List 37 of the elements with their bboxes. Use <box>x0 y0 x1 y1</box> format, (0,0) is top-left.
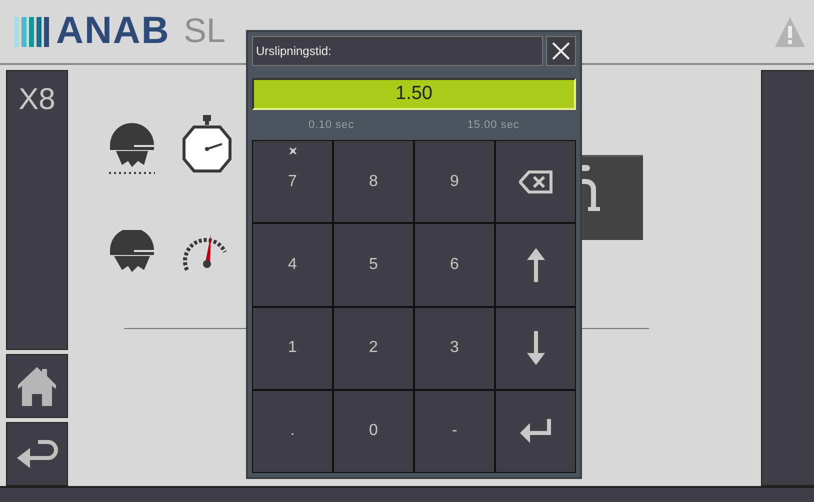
machine-label: X8 <box>18 83 56 118</box>
stopwatch-icon <box>182 115 232 173</box>
key-button[interactable]: 1 <box>253 308 332 389</box>
max-label: 15.00 sec <box>467 119 520 131</box>
logo-text: ANAB <box>56 10 170 53</box>
grinding-wheel-icon <box>108 230 156 272</box>
key-button[interactable]: 4 <box>253 224 332 306</box>
enter-button[interactable] <box>496 390 575 472</box>
page-title: SL <box>184 12 226 51</box>
key-button[interactable]: 8 <box>334 141 413 222</box>
home-button[interactable] <box>6 354 68 418</box>
key-button[interactable]: 0 <box>334 390 413 472</box>
return-icon <box>16 438 58 470</box>
arrow-down-icon <box>526 331 544 366</box>
key-button[interactable]: - <box>415 390 494 472</box>
backspace-button[interactable] <box>496 141 575 222</box>
key-button[interactable]: 7 <box>253 141 332 222</box>
grinding-wheel-icon <box>108 123 156 175</box>
close-button[interactable] <box>546 36 576 66</box>
down-button[interactable] <box>496 308 575 389</box>
key-button[interactable]: 5 <box>334 224 413 306</box>
key-button[interactable]: 2 <box>334 308 413 389</box>
dialog-title: Urslipningstid: <box>252 36 543 66</box>
arrow-up-icon <box>526 248 544 282</box>
close-icon <box>551 41 571 61</box>
back-button[interactable] <box>6 422 68 486</box>
value-field[interactable]: 1.50 <box>252 78 576 110</box>
key-button[interactable]: 6 <box>415 224 494 306</box>
enter-icon <box>520 419 552 444</box>
logo-bars-icon <box>14 16 52 46</box>
home-icon <box>16 365 58 407</box>
key-button[interactable]: 9 <box>415 141 494 222</box>
backspace-icon <box>518 170 552 194</box>
key-button[interactable]: . <box>253 390 332 472</box>
up-button[interactable] <box>496 224 575 306</box>
key-button[interactable]: 3 <box>415 308 494 389</box>
min-label: 0.10 sec <box>308 119 354 131</box>
